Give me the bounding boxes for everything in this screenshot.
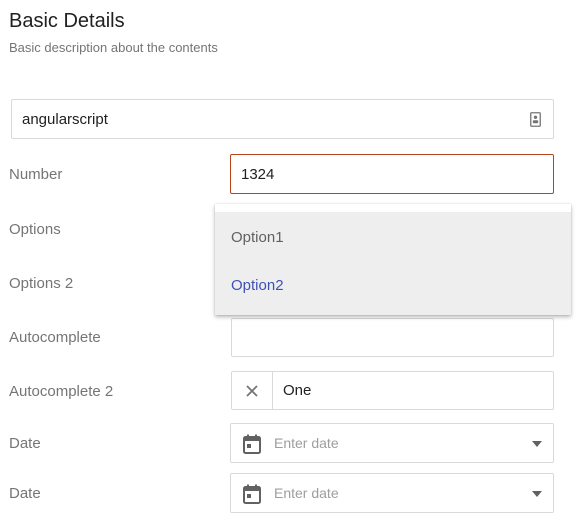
autocomplete2-input[interactable]: One: [231, 371, 554, 410]
name-input[interactable]: angularscript: [11, 99, 554, 139]
options-dropdown-menu: Option1 Option2: [215, 204, 571, 315]
clear-button[interactable]: [232, 372, 273, 409]
calendar-icon[interactable]: [243, 434, 261, 454]
autocomplete-input[interactable]: [231, 318, 554, 357]
number-input-value: 1324: [241, 165, 275, 183]
number-input[interactable]: 1324: [230, 154, 554, 194]
date-label-2: Date: [9, 485, 41, 502]
options-label: Options: [9, 221, 61, 238]
close-icon: [246, 384, 258, 397]
page-subtitle: Basic description about the contents: [9, 40, 218, 55]
autocomplete2-input-value: One: [283, 382, 312, 399]
dropdown-header-strip: [215, 204, 571, 212]
date-placeholder-1: Enter date: [274, 435, 339, 451]
options2-label: Options 2: [9, 275, 74, 292]
calendar-icon[interactable]: [243, 484, 261, 504]
caret-down-icon[interactable]: [531, 490, 543, 498]
autocomplete2-label: Autocomplete 2: [9, 383, 114, 400]
page-title: Basic Details: [9, 10, 125, 32]
dropdown-option-2[interactable]: Option2: [231, 277, 284, 294]
number-label: Number: [9, 166, 63, 183]
date-picker-2[interactable]: Enter date: [230, 473, 554, 513]
dropdown-option-1[interactable]: Option1: [231, 229, 284, 246]
autocomplete-label: Autocomplete: [9, 329, 101, 346]
date-picker-1[interactable]: Enter date: [230, 423, 554, 463]
date-placeholder-2: Enter date: [274, 485, 339, 501]
date-label-1: Date: [9, 435, 41, 452]
contact-card-icon: [530, 112, 541, 127]
caret-down-icon[interactable]: [531, 440, 543, 448]
name-input-value: angularscript: [22, 110, 108, 128]
